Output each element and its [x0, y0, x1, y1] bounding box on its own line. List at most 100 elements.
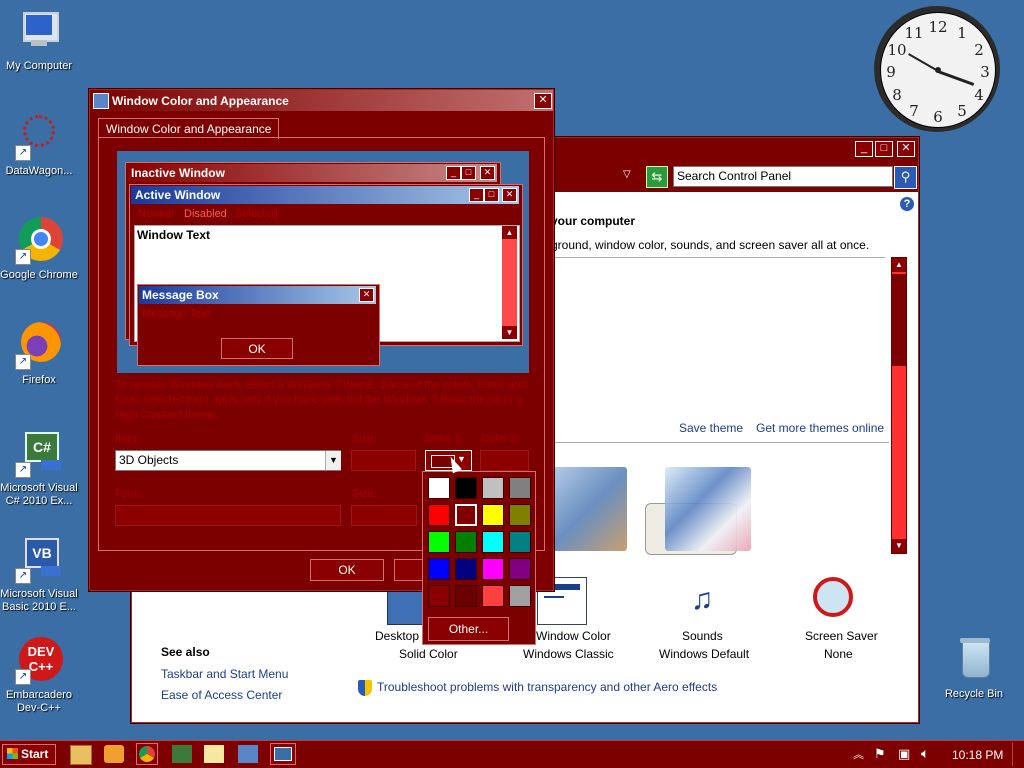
- troubleshoot-link[interactable]: Troubleshoot problems with transparency …: [377, 680, 717, 694]
- shortcut-arrow-icon: ↗: [15, 354, 31, 370]
- color-swatch[interactable]: [482, 504, 504, 526]
- color-swatch[interactable]: [509, 558, 531, 580]
- desktop-icon-label: DataWagon...: [5, 165, 73, 177]
- color-swatch[interactable]: [509, 585, 531, 607]
- color-swatch[interactable]: [482, 477, 504, 499]
- page-heading: your computer: [551, 214, 636, 228]
- color-swatch[interactable]: [428, 531, 450, 553]
- ok-button[interactable]: OK: [310, 559, 384, 581]
- minimize-button[interactable]: _: [855, 141, 873, 157]
- item-select[interactable]: 3D Objects: [115, 450, 341, 471]
- desktop-icon-firefox[interactable]: ↗ Firefox: [0, 322, 79, 387]
- theme-thumbnail[interactable]: [665, 467, 751, 551]
- color-swatch[interactable]: [428, 585, 450, 607]
- recycle-bin-icon: [950, 636, 998, 684]
- volume-icon[interactable]: 🔈︎: [921, 745, 929, 762]
- get-more-themes-link[interactable]: Get more themes online: [756, 421, 884, 435]
- sounds-icon[interactable]: ♫: [677, 577, 727, 623]
- themes-scrollbar[interactable]: ▲ ▼: [891, 257, 907, 554]
- screen-saver-link[interactable]: Screen Saver: [805, 629, 878, 643]
- shortcut-arrow-icon: ↗: [15, 249, 31, 265]
- close-button[interactable]: ✕: [897, 141, 915, 157]
- desktop-icon-recycle-bin[interactable]: Recycle Bin: [934, 636, 1014, 701]
- color-picker-popup: Other...: [422, 471, 536, 645]
- show-desktop-button[interactable]: [1012, 742, 1023, 766]
- desktop-icon-chrome[interactable]: ↗ Google Chrome: [0, 217, 79, 282]
- color-swatch[interactable]: [428, 558, 450, 580]
- desktop-icon-label: Microsoft Visual C# 2010 Ex...: [0, 482, 78, 507]
- msgbox-text: Message Text: [142, 308, 210, 320]
- screen-saver-value: None: [824, 647, 853, 661]
- desktop-icon-label: Embarcadero Dev-C++: [5, 689, 73, 714]
- explorer-taskbar-icon[interactable]: [70, 745, 92, 765]
- chrome-taskbar-icon[interactable]: [136, 743, 158, 765]
- color-swatch[interactable]: [509, 531, 531, 553]
- theme-thumbnail[interactable]: [551, 467, 627, 551]
- screen-saver-icon[interactable]: [813, 577, 859, 623]
- color-swatch[interactable]: [455, 585, 477, 607]
- visual-csharp-taskbar-icon[interactable]: [172, 745, 192, 763]
- window-color-link[interactable]: Window Color: [536, 629, 611, 643]
- computer-icon: [15, 8, 63, 56]
- menu-normal: Normal: [138, 208, 174, 220]
- save-theme-link[interactable]: Save theme: [679, 421, 743, 435]
- font-label: Font:: [115, 488, 141, 500]
- color-swatch[interactable]: [428, 477, 450, 499]
- window-text: Window Text: [137, 228, 210, 242]
- clock-number: 5: [957, 102, 967, 120]
- sounds-link[interactable]: Sounds: [682, 629, 723, 643]
- show-hidden-icons-icon[interactable]: ︽: [853, 746, 864, 762]
- search-icon[interactable]: ⚲: [894, 166, 917, 189]
- network-icon[interactable]: ▣: [898, 746, 910, 762]
- color-swatch[interactable]: [482, 558, 504, 580]
- page-subheading: ground, window color, sounds, and screen…: [551, 238, 870, 252]
- desktop-icon-my-computer[interactable]: My Computer: [0, 8, 79, 73]
- color2-button: [480, 450, 529, 471]
- maximize-button[interactable]: □: [875, 141, 893, 157]
- refresh-icon[interactable]: ⇆: [646, 166, 668, 188]
- color-swatch[interactable]: [455, 531, 477, 553]
- other-colors-button[interactable]: Other...: [428, 617, 509, 641]
- notepad-taskbar-icon[interactable]: [204, 745, 224, 763]
- color-swatch[interactable]: [509, 477, 531, 499]
- search-input[interactable]: Search Control Panel: [673, 166, 893, 187]
- clock-gadget[interactable]: 12 1 2 3 4 5 6 7 8 9 10 11: [874, 6, 1000, 132]
- msgbox-title: Message Box: [142, 288, 219, 302]
- desktop-icon-datawagon[interactable]: ↗ DataWagon...: [0, 113, 79, 178]
- clock-number: 10: [887, 41, 907, 59]
- item-select-chevron-down-icon[interactable]: ▼: [325, 451, 341, 470]
- devcpp-icon: DEV C++ ↗: [15, 637, 63, 685]
- color-swatch[interactable]: [509, 504, 531, 526]
- color-swatch[interactable]: [455, 504, 477, 526]
- address-dropdown-icon[interactable]: ▽: [623, 169, 631, 180]
- color-swatch[interactable]: [455, 558, 477, 580]
- color-swatch[interactable]: [455, 477, 477, 499]
- media-player-taskbar-icon[interactable]: [104, 745, 124, 763]
- visual-csharp-icon: C# ↗: [15, 430, 63, 478]
- desktop-icon-visual-csharp[interactable]: C# ↗ Microsoft Visual C# 2010 Ex...: [0, 430, 79, 508]
- desktop-icon-devcpp[interactable]: DEV C++ ↗ Embarcadero Dev-C++: [0, 637, 79, 715]
- color-swatch[interactable]: [428, 504, 450, 526]
- help-icon[interactable]: ?: [900, 197, 914, 211]
- clock-number: 6: [933, 108, 943, 126]
- control-panel-taskbar-icon[interactable]: [238, 745, 258, 763]
- visual-basic-icon: VB ↗: [15, 536, 63, 584]
- datawagon-icon: ↗: [15, 113, 63, 161]
- inactive-maximize-icon: □: [461, 166, 476, 180]
- inactive-minimize-icon: _: [446, 166, 461, 180]
- action-center-icon[interactable]: ⚑: [874, 746, 886, 762]
- color-swatch[interactable]: [482, 585, 504, 607]
- themes-list[interactable]: [551, 257, 885, 258]
- item-label: Item:: [115, 433, 140, 445]
- dialog-close-button[interactable]: ✕: [534, 93, 552, 109]
- tab-window-color[interactable]: Window Color and Appearance: [98, 118, 280, 139]
- ease-of-access-link[interactable]: Ease of Access Center: [161, 688, 282, 702]
- personalization-taskbar-icon[interactable]: [270, 743, 296, 765]
- start-button[interactable]: Start: [2, 744, 56, 765]
- clock-number: 2: [974, 41, 984, 59]
- menu-disabled: Disabled: [184, 208, 227, 220]
- taskbar-clock[interactable]: 10:18 PM: [952, 748, 1003, 762]
- desktop-icon-visual-basic[interactable]: VB ↗ Microsoft Visual Basic 2010 E...: [0, 536, 79, 614]
- color-swatch[interactable]: [482, 531, 504, 553]
- taskbar-start-menu-link[interactable]: Taskbar and Start Menu: [161, 667, 288, 681]
